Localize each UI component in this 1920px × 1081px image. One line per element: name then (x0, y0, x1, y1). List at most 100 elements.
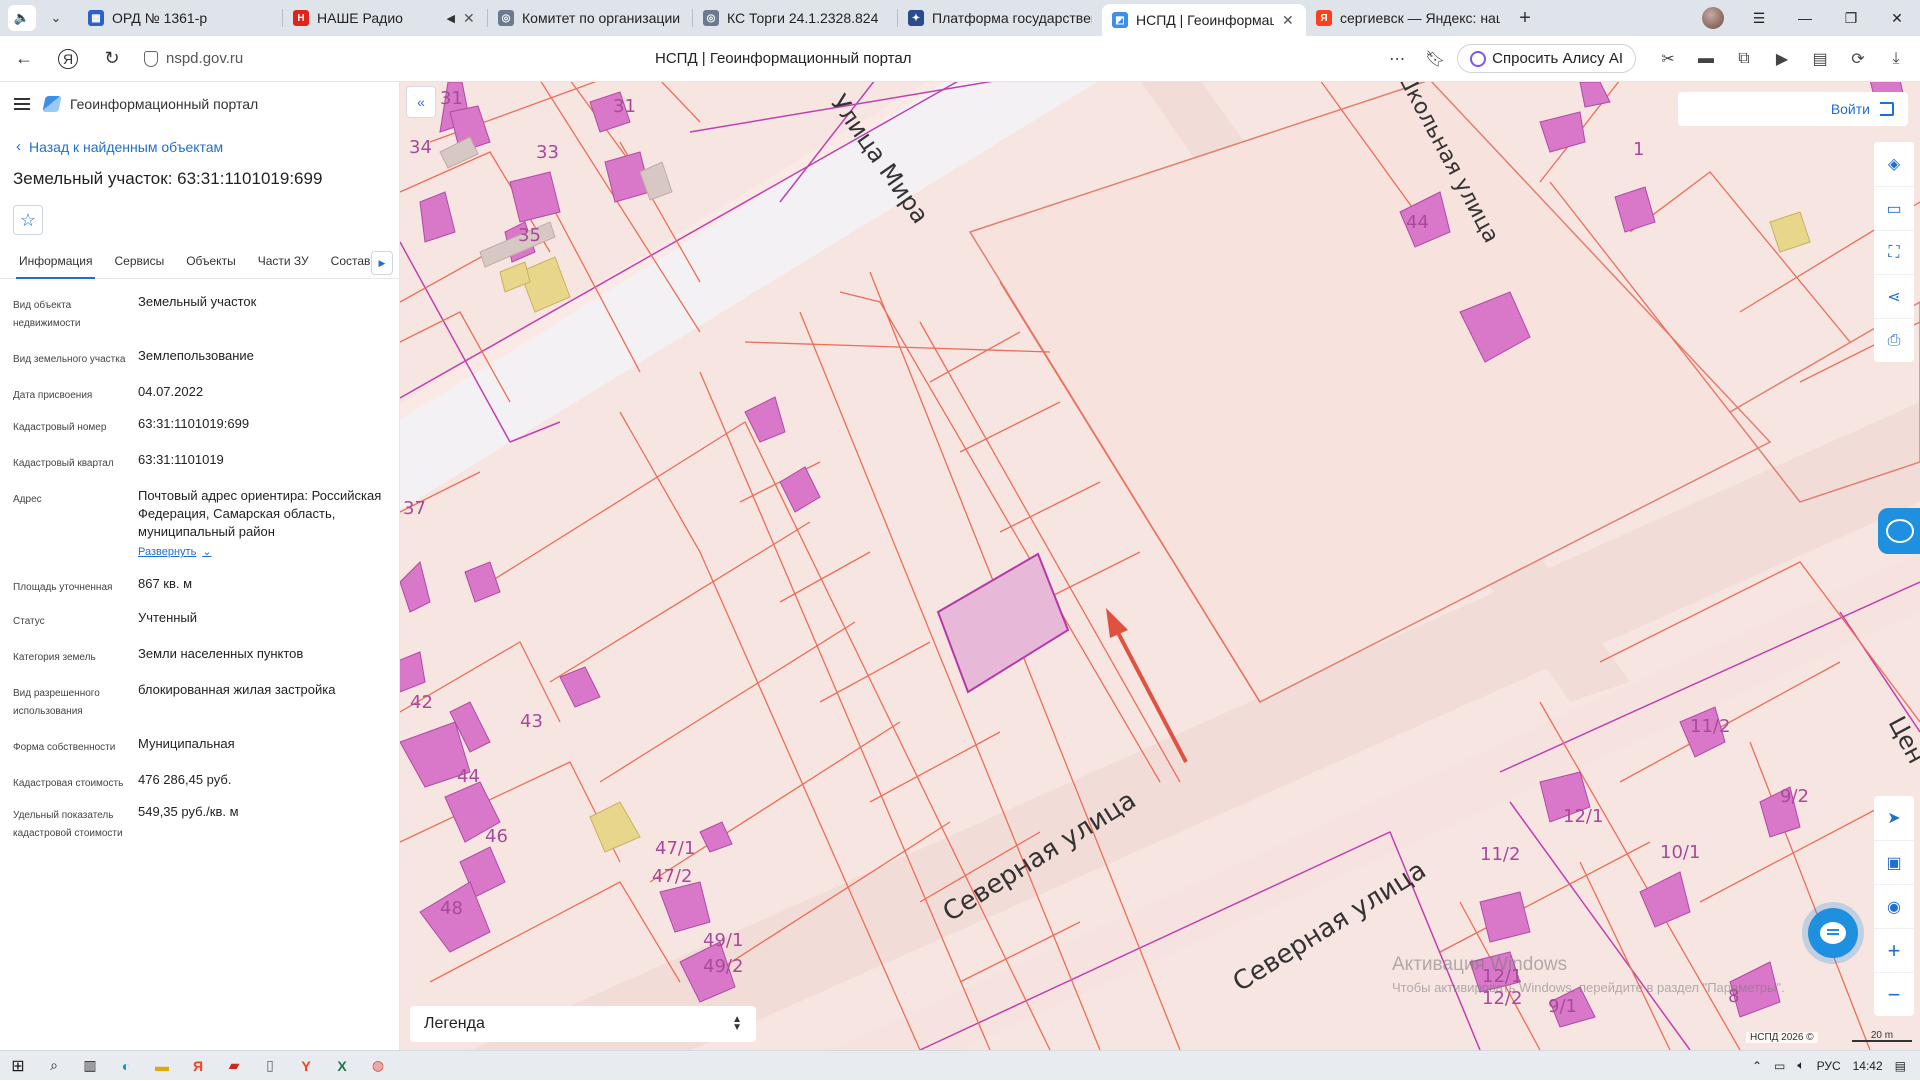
notepad-icon[interactable]: ▯ (252, 1051, 288, 1081)
tab-favicon-icon: ◎ (703, 10, 719, 26)
reload-icon[interactable]: ↻ (94, 41, 130, 77)
url-field[interactable]: nspd.gov.ru (144, 50, 624, 67)
area-select-icon[interactable]: ⛶ (1874, 230, 1914, 274)
ruler-icon[interactable]: ▭ (1874, 186, 1914, 230)
clock[interactable]: 14:42 (1853, 1059, 1883, 1073)
network-icon[interactable]: ▭ (1774, 1059, 1785, 1073)
print-icon[interactable]: ⎙ (1874, 318, 1914, 362)
downloads-icon[interactable]: ⤓ (1880, 43, 1912, 75)
browser-tab[interactable]: Н НАШЕ Радио ◀︎ ✕ (283, 3, 487, 33)
extension-hat-icon[interactable]: ▬ (1690, 43, 1722, 75)
ask-alice-button[interactable]: Спросить Алису AI (1457, 44, 1636, 73)
windows-start-icon[interactable]: ⊞ (0, 1051, 36, 1081)
chrome-icon[interactable]: ◍ (360, 1051, 396, 1081)
browser-tab[interactable]: ▦ ОРД № 1361-р (78, 3, 282, 33)
back-arrow-icon[interactable]: ← (6, 41, 42, 77)
edge-browser-icon[interactable]: ◐ (108, 1051, 144, 1081)
alice-icon (1470, 50, 1487, 67)
browser-tab[interactable]: ◩ НСПД | Геоинформаци ✕ (1102, 4, 1306, 36)
property-value: 867 кв. м (138, 576, 193, 591)
sync-status-icon[interactable]: ⟳ (1842, 43, 1874, 75)
language-indicator[interactable]: РУС (1817, 1059, 1841, 1073)
excel-icon[interactable]: X (324, 1051, 360, 1081)
windows-activation-watermark: Активация Windows Чтобы активировать Win… (1392, 954, 1785, 995)
volume-icon[interactable]: 🔈︎ (1797, 1058, 1804, 1073)
share-icon[interactable]: ⋖ (1874, 274, 1914, 318)
extensions-puzzle-icon[interactable]: ⧉ (1728, 43, 1760, 75)
star-icon: ☆ (19, 209, 37, 230)
tab-title: НСПД | Геоинформаци (1136, 12, 1274, 28)
extension-tools-icon[interactable]: ✂ (1652, 43, 1684, 75)
restore-window-icon[interactable]: ❐ (1828, 0, 1874, 36)
more-dots-icon[interactable]: ⋯ (1381, 43, 1413, 75)
back-to-results-link[interactable]: ‹ Назад к найденным объектам (16, 138, 399, 155)
minimize-window-icon[interactable]: — (1782, 0, 1828, 36)
browser-tab[interactable]: ✦ Платформа государствен (898, 3, 1102, 33)
object-tab[interactable]: Информация (8, 254, 103, 279)
feedback-side-button[interactable] (1878, 508, 1920, 554)
login-label: Войти (1830, 101, 1870, 117)
login-button[interactable]: Войти (1678, 92, 1908, 126)
property-row: Дата присвоения 04.07.2022 (0, 383, 399, 405)
taskbar-search-icon[interactable]: ⌕ (36, 1051, 72, 1081)
yandex-app-icon[interactable]: Я (180, 1051, 216, 1081)
cadastral-map[interactable]: Улица Мира Школьная улица Северная улица… (400, 82, 1920, 1050)
nspd-logo-icon (44, 96, 60, 112)
new-tab-button[interactable]: + (1510, 3, 1540, 33)
property-row: Вид земельного участка Землепользование (0, 347, 399, 369)
property-label: Вид разрешенного использования (13, 688, 100, 717)
zoom-out-icon[interactable]: − (1874, 972, 1914, 1016)
browser-menu-icon[interactable]: ☰ (1736, 0, 1782, 36)
yandex-home-icon[interactable]: Я (58, 48, 78, 69)
bookmark-icon[interactable]: 🔖︎ (1419, 43, 1451, 75)
browser-tab[interactable]: ◎ КС Торги 24.1.2328.824 (693, 3, 897, 33)
chat-button[interactable] (1808, 908, 1858, 958)
property-label: Форма собственности (13, 742, 116, 753)
pdf-reader-icon[interactable]: ▰ (216, 1051, 252, 1081)
file-explorer-icon[interactable]: ▬ (144, 1051, 180, 1081)
expand-address-link[interactable]: Развернуть ⌄ (138, 543, 212, 561)
tab-audio-icon[interactable]: 🔈 (8, 5, 36, 31)
tab-list-chevron-icon[interactable]: ⌄ (42, 5, 70, 31)
tab-title: КС Торги 24.1.2328.824 (727, 10, 879, 26)
property-label: Статус (13, 616, 45, 627)
task-view-icon[interactable]: ▥ (72, 1051, 108, 1081)
basemap-icon[interactable]: ▣ (1874, 840, 1914, 884)
tabs-scroll-right-icon[interactable]: ▶ (371, 251, 393, 275)
property-label: Кадастровая стоимость (13, 778, 124, 789)
media-play-icon[interactable]: ▶ (1766, 43, 1798, 75)
browser-tab[interactable]: Ясергиевск — Яндекс: наш (1306, 3, 1510, 33)
property-value: Учтенный (138, 610, 198, 625)
notifications-icon[interactable]: ▤ (1895, 1059, 1906, 1073)
map-copyright: НСПД 2026 © (1746, 1032, 1818, 1043)
profile-avatar[interactable] (1690, 0, 1736, 36)
tray-chevron-icon[interactable]: ⌃ (1752, 1059, 1762, 1073)
close-window-icon[interactable]: ✕ (1874, 0, 1920, 36)
object-tab[interactable]: Сервисы (103, 254, 175, 278)
house-number-label: 12/1 (1563, 806, 1603, 827)
layers-icon[interactable]: ◈ (1874, 142, 1914, 186)
close-tab-icon[interactable]: ✕ (1282, 12, 1296, 29)
favorite-star-button[interactable]: ☆ (13, 205, 43, 235)
tab-favicon-icon: ◩ (1112, 12, 1128, 28)
map-navigation-toolbar: ➤ ▣ ◉ + − (1874, 796, 1914, 1016)
map-canvas[interactable]: Улица Мира Школьная улица Северная улица… (400, 82, 1920, 1050)
property-value: Муниципальная (138, 736, 235, 751)
url-text: nspd.gov.ru (166, 50, 244, 67)
object-tab[interactable]: Объекты (175, 254, 247, 278)
collections-icon[interactable]: ▤ (1804, 43, 1836, 75)
menu-burger-icon[interactable] (14, 98, 30, 110)
property-row: Категория земель Земли населенных пунктов (0, 645, 399, 667)
collapse-panel-button[interactable]: « (406, 86, 436, 118)
zoom-in-icon[interactable]: + (1874, 928, 1914, 972)
yandex-browser-icon[interactable]: Y (288, 1051, 324, 1081)
tab-audio-icon[interactable]: ◀︎ (447, 12, 455, 25)
search-location-icon[interactable]: ◉ (1874, 884, 1914, 928)
object-tab[interactable]: Части ЗУ (247, 254, 320, 278)
close-tab-icon[interactable]: ✕ (463, 10, 477, 27)
browser-tab[interactable]: ◎ Комитет по организации (488, 3, 692, 33)
site-security-icon[interactable] (144, 50, 158, 67)
house-number-label: 33 (536, 142, 559, 163)
geolocation-icon[interactable]: ➤ (1874, 796, 1914, 840)
legend-dropdown[interactable]: Легенда ▲ ▼ (410, 1006, 756, 1042)
